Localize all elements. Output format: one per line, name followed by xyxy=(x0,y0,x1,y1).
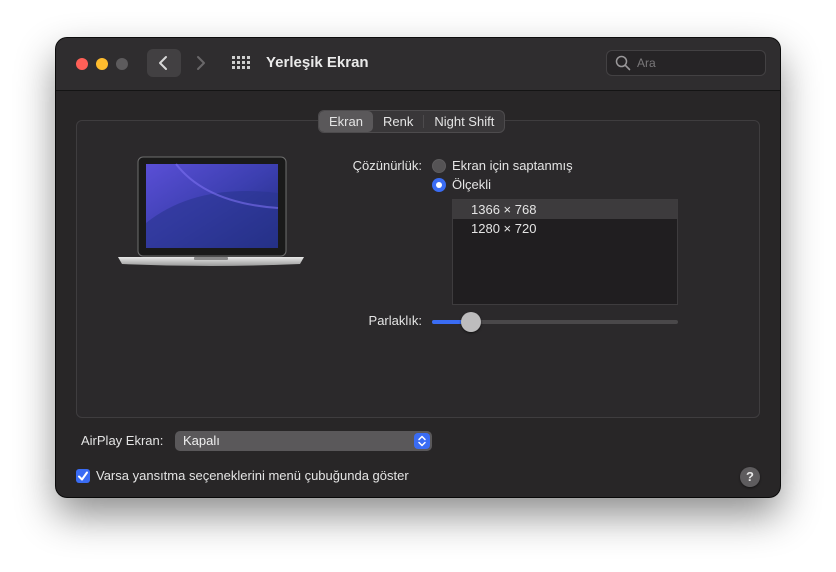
chevron-right-icon xyxy=(197,56,205,70)
select-arrows-icon xyxy=(414,433,430,449)
close-button[interactable] xyxy=(76,58,88,70)
brightness-slider-knob[interactable] xyxy=(461,312,481,332)
radio-default-label: Ekran için saptanmış xyxy=(452,158,573,173)
airplay-select[interactable]: Kapalı xyxy=(175,431,432,451)
tab-bar: Ekran Renk Night Shift xyxy=(318,110,506,133)
tab-ekran[interactable]: Ekran xyxy=(319,111,373,132)
tab-night-shift[interactable]: Night Shift xyxy=(424,111,504,132)
radio-default-resolution[interactable] xyxy=(432,159,446,173)
search-icon xyxy=(615,55,631,71)
grid-icon xyxy=(232,56,250,69)
mirroring-label: Varsa yansıtma seçeneklerini menü çubuğu… xyxy=(96,468,409,483)
help-button[interactable]: ? xyxy=(740,467,760,487)
laptop-icon xyxy=(118,156,304,266)
show-all-button[interactable] xyxy=(232,56,250,70)
zoom-button[interactable] xyxy=(116,58,128,70)
radio-scaled-resolution[interactable] xyxy=(432,178,446,192)
search-field[interactable] xyxy=(606,50,766,76)
checkmark-icon xyxy=(78,471,88,481)
search-input[interactable] xyxy=(637,54,757,72)
titlebar: Yerleşik Ekran xyxy=(56,38,780,91)
help-icon: ? xyxy=(746,469,754,484)
back-button[interactable] xyxy=(147,49,181,77)
forward-button[interactable] xyxy=(189,49,213,77)
window-title: Yerleşik Ekran xyxy=(266,54,369,71)
brightness-slider[interactable] xyxy=(432,312,678,332)
resolution-label: Çözünürlük: xyxy=(352,158,422,173)
radio-scaled-label: Ölçekli xyxy=(452,177,492,192)
brightness-label: Parlaklık: xyxy=(368,313,422,328)
chevron-left-icon xyxy=(159,56,167,70)
airplay-select-value: Kapalı xyxy=(183,433,220,448)
minimize-button[interactable] xyxy=(96,58,108,70)
airplay-label: AirPlay Ekran: xyxy=(81,433,164,448)
resolution-item[interactable]: 1280 × 720 xyxy=(453,219,677,238)
resolution-list[interactable]: 1366 × 768 1280 × 720 xyxy=(452,199,678,305)
resolution-item[interactable]: 1366 × 768 xyxy=(453,200,677,219)
window: Yerleşik Ekran Ekran Renk Night Shift xyxy=(56,38,780,497)
mirroring-checkbox[interactable] xyxy=(76,469,90,483)
tab-renk[interactable]: Renk xyxy=(373,111,423,132)
